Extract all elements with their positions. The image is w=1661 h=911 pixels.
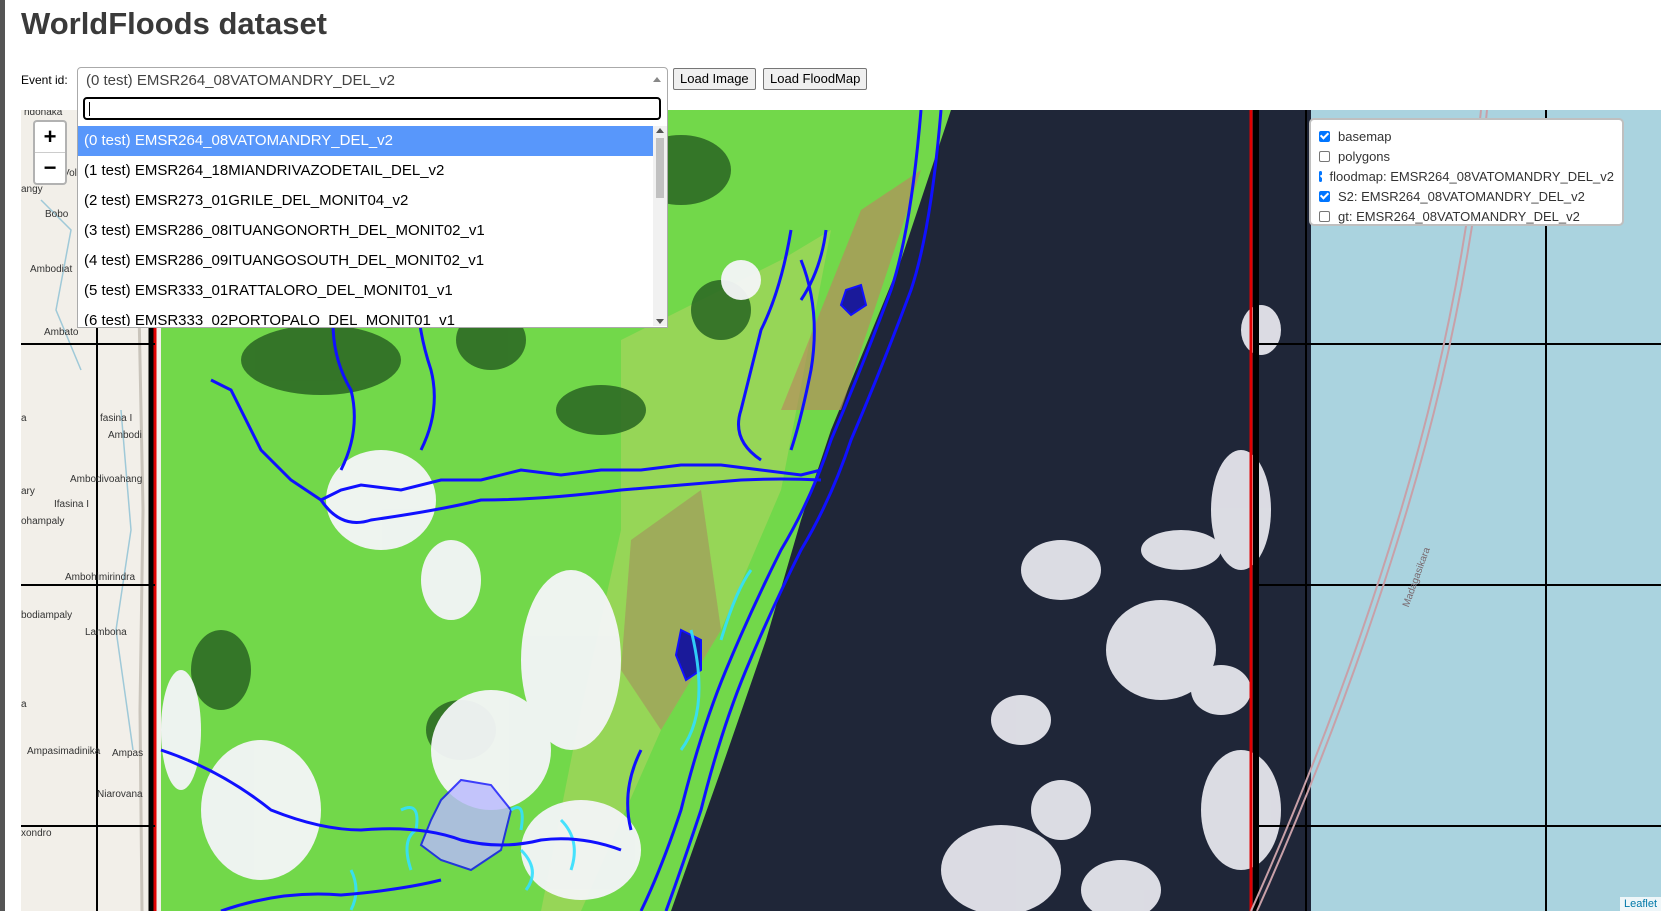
layer-row-floodmap[interactable]: floodmap: EMSR264_08VATOMANDRY_DEL_v2 bbox=[1319, 166, 1614, 186]
place-label: Bobo bbox=[45, 209, 69, 220]
event-dropdown: (0 test) EMSR264_08VATOMANDRY_DEL_v2 (1 … bbox=[77, 92, 668, 328]
zoom-control: + − bbox=[33, 120, 67, 185]
dropdown-option[interactable]: (2 test) EMSR273_01GRILE_DEL_MONIT04_v2 bbox=[78, 186, 653, 216]
place-label: ohampaly bbox=[21, 516, 65, 527]
layer-label: basemap bbox=[1338, 128, 1392, 144]
event-select-value: (0 test) EMSR264_08VATOMANDRY_DEL_v2 bbox=[86, 72, 396, 89]
load-image-button[interactable]: Load Image bbox=[673, 68, 756, 90]
place-label: fasina I bbox=[100, 413, 133, 424]
dropdown-option[interactable]: (6 test) EMSR333_02PORTOPALO_DEL_MONIT01… bbox=[78, 306, 653, 326]
place-label: Ambato bbox=[44, 327, 79, 338]
layer-checkbox[interactable] bbox=[1319, 130, 1330, 142]
place-label: Lambona bbox=[85, 627, 127, 638]
text-caret bbox=[89, 102, 90, 116]
place-label: Ambodiat bbox=[30, 264, 73, 275]
scroll-down-icon[interactable] bbox=[656, 319, 664, 324]
dropdown-option[interactable]: (1 test) EMSR264_18MIANDRIVAZODETAIL_DEL… bbox=[78, 156, 653, 186]
layer-label: S2: EMSR264_08VATOMANDRY_DEL_v2 bbox=[1338, 188, 1585, 204]
place-label: bodiampaly bbox=[21, 610, 73, 621]
place-label: a bbox=[21, 413, 27, 424]
place-label: xondro bbox=[21, 828, 52, 839]
event-id-label: Event id: bbox=[21, 73, 68, 87]
layer-checkbox[interactable] bbox=[1319, 210, 1330, 222]
place-label: a bbox=[21, 699, 27, 710]
dropdown-search-input[interactable] bbox=[83, 97, 661, 120]
dropdown-option[interactable]: (4 test) EMSR286_09ITUANGOSOUTH_DEL_MONI… bbox=[78, 246, 653, 276]
layer-row-gt[interactable]: gt: EMSR264_08VATOMANDRY_DEL_v2 bbox=[1319, 206, 1614, 226]
layer-checkbox[interactable] bbox=[1319, 150, 1330, 162]
layer-row-s2[interactable]: S2: EMSR264_08VATOMANDRY_DEL_v2 bbox=[1319, 186, 1614, 206]
dropdown-option[interactable]: (5 test) EMSR333_01RATTALORO_DEL_MONIT01… bbox=[78, 276, 653, 306]
layer-label: floodmap: EMSR264_08VATOMANDRY_DEL_v2 bbox=[1329, 168, 1614, 184]
zoom-in-button[interactable]: + bbox=[35, 122, 65, 152]
scroll-up-icon[interactable] bbox=[656, 128, 664, 133]
left-edge-bar bbox=[0, 0, 5, 911]
place-label: angy bbox=[21, 184, 43, 195]
place-label: Niarovana bbox=[97, 789, 143, 800]
layer-label: polygons bbox=[1338, 148, 1391, 164]
dropdown-option[interactable]: (3 test) EMSR286_08ITUANGONORTH_DEL_MONI… bbox=[78, 216, 653, 246]
place-label: ndonaka bbox=[24, 110, 63, 118]
page-title: WorldFloods dataset bbox=[21, 6, 328, 41]
layer-row-basemap[interactable]: basemap bbox=[1319, 126, 1614, 146]
place-label: ary bbox=[21, 486, 35, 497]
chevron-up-icon bbox=[653, 77, 661, 82]
load-floodmap-button[interactable]: Load FloodMap bbox=[763, 68, 868, 90]
dropdown-scrollbar[interactable] bbox=[653, 126, 667, 326]
layer-label: gt: EMSR264_08VATOMANDRY_DEL_v2 bbox=[1338, 208, 1580, 224]
dropdown-options: (0 test) EMSR264_08VATOMANDRY_DEL_v2 (1 … bbox=[78, 126, 653, 326]
place-label: Ambodi bbox=[108, 430, 142, 441]
layer-control: basemap polygons floodmap: EMSR264_08VAT… bbox=[1309, 118, 1624, 226]
place-label: Ifasina I bbox=[54, 499, 90, 510]
event-select[interactable]: (0 test) EMSR264_08VATOMANDRY_DEL_v2 bbox=[77, 67, 668, 93]
map-attribution[interactable]: Leaflet bbox=[1619, 897, 1661, 911]
scroll-thumb[interactable] bbox=[656, 138, 664, 198]
layer-row-polygons[interactable]: polygons bbox=[1319, 146, 1614, 166]
place-label: Ampasimadinika bbox=[27, 746, 101, 757]
layer-checkbox[interactable] bbox=[1319, 190, 1330, 202]
dropdown-option[interactable]: (0 test) EMSR264_08VATOMANDRY_DEL_v2 bbox=[78, 126, 653, 156]
place-label: Ampas bbox=[112, 748, 144, 759]
zoom-out-button[interactable]: − bbox=[35, 152, 65, 183]
place-label: Ambohimirindra bbox=[65, 572, 136, 583]
layer-checkbox[interactable] bbox=[1319, 170, 1322, 182]
place-label: Ambodivoahang bbox=[70, 474, 143, 485]
